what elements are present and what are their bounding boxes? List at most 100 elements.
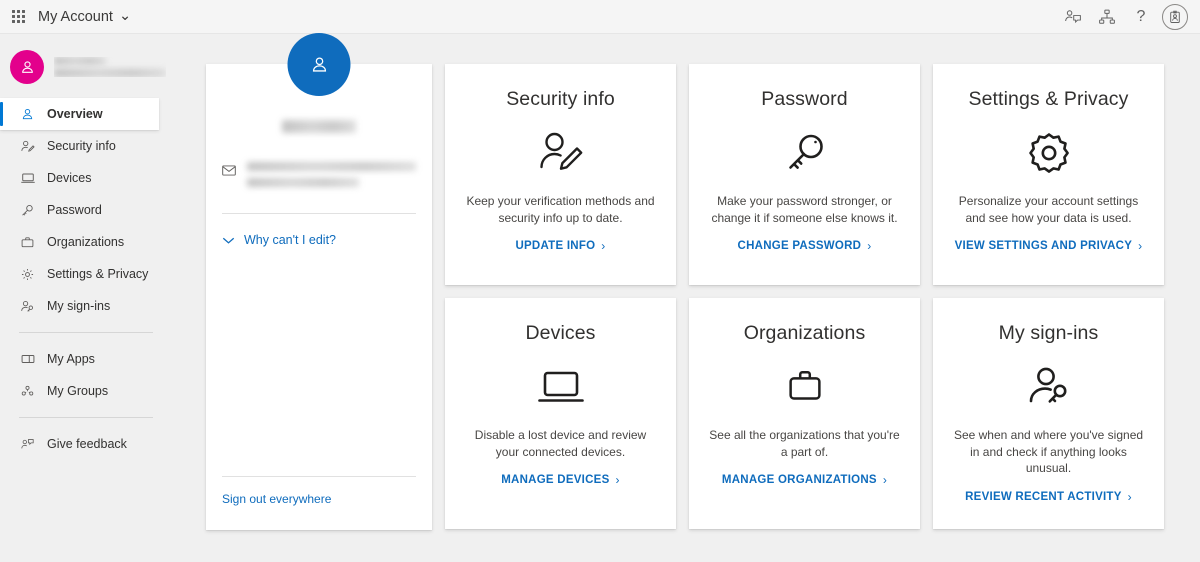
update-info-link[interactable]: UPDATE INFO › — [515, 239, 605, 253]
chevron-down-icon — [222, 237, 235, 244]
profile-name — [222, 120, 416, 133]
key-icon — [781, 128, 829, 178]
manage-devices-link[interactable]: MANAGE DEVICES › — [501, 473, 620, 487]
sidebar-item-my-sign-ins[interactable]: My sign-ins — [0, 290, 178, 322]
person-icon — [21, 60, 33, 73]
profile-email-redacted — [247, 161, 416, 187]
tile-link-label: UPDATE INFO — [515, 240, 596, 253]
laptop-icon — [19, 170, 36, 187]
sidebar-item-label: Settings & Privacy — [47, 267, 149, 281]
sidebar-item-give-feedback[interactable]: Give feedback — [0, 428, 178, 460]
tile-description: See all the organizations that you're a … — [709, 428, 900, 459]
sidebar-item-label: Overview — [47, 107, 103, 121]
sidebar-user-email-redacted — [54, 69, 166, 77]
why-cant-i-edit-toggle[interactable]: Why can't I edit? — [222, 233, 416, 247]
app-launcher-button[interactable] — [0, 0, 36, 34]
tile-description: Make your password stronger, or change i… — [711, 194, 898, 225]
tile-title: Password — [761, 88, 848, 110]
sidebar: Overview Security info Devices Password … — [0, 34, 178, 562]
sidebar-profile[interactable] — [0, 44, 178, 96]
overview-tiles: Security info Keep your verification met… — [445, 64, 1164, 529]
tile-link-label: REVIEW RECENT ACTIVITY — [965, 490, 1122, 503]
tile-description: Keep your verification methods and secur… — [466, 194, 655, 225]
brand-title: My Account — [38, 8, 113, 25]
sidebar-divider — [19, 417, 153, 418]
review-recent-activity-link[interactable]: REVIEW RECENT ACTIVITY › — [965, 490, 1132, 504]
person-icon — [312, 56, 326, 72]
top-bar-actions: ? — [1056, 0, 1192, 34]
org-chart-button[interactable] — [1090, 0, 1124, 34]
chevron-right-icon: › — [601, 239, 606, 254]
apps-icon — [19, 351, 36, 368]
view-settings-privacy-link[interactable]: VIEW SETTINGS AND PRIVACY › — [955, 239, 1143, 253]
sidebar-item-settings-privacy[interactable]: Settings & Privacy — [0, 258, 178, 290]
person-icon — [19, 106, 36, 123]
tile-title: Settings & Privacy — [968, 88, 1129, 110]
groups-icon — [19, 383, 36, 400]
mail-icon — [222, 163, 236, 181]
page-shell: Overview Security info Devices Password … — [0, 33, 1200, 562]
key-icon — [19, 202, 36, 219]
id-badge-icon — [1162, 4, 1188, 30]
tile-organizations[interactable]: Organizations See all the organizations … — [689, 298, 920, 529]
chevron-right-icon: › — [882, 473, 888, 488]
gear-icon — [1025, 128, 1073, 178]
sidebar-item-label: Give feedback — [47, 437, 127, 451]
tile-my-sign-ins[interactable]: My sign-ins See when and where you've si… — [933, 298, 1164, 529]
help-icon: ? — [1136, 8, 1146, 25]
tile-devices[interactable]: Devices Disable a lost device and review… — [445, 298, 676, 529]
sidebar-item-label: Devices — [47, 171, 92, 185]
tile-link-label: CHANGE PASSWORD — [737, 240, 862, 253]
tile-security-info[interactable]: Security info Keep your verification met… — [445, 64, 676, 285]
tile-link-label: MANAGE ORGANIZATIONS — [721, 474, 877, 487]
chevron-right-icon: › — [867, 239, 872, 254]
tile-title: My sign-ins — [998, 322, 1099, 344]
profile-divider — [222, 213, 416, 214]
sidebar-item-security-info[interactable]: Security info — [0, 130, 178, 162]
person-key-icon — [1025, 362, 1073, 412]
sidebar-item-label: Organizations — [47, 235, 125, 249]
help-button[interactable]: ? — [1124, 0, 1158, 34]
sidebar-item-devices[interactable]: Devices — [0, 162, 178, 194]
top-app-bar: My Account ⌄ ? — [0, 0, 1200, 34]
sign-out-everywhere-link[interactable]: Sign out everywhere — [222, 492, 331, 506]
laptop-icon — [536, 362, 586, 412]
profile-avatar[interactable] — [287, 33, 351, 96]
why-cant-i-edit-label: Why can't I edit? — [244, 233, 337, 247]
sidebar-item-overview[interactable]: Overview — [0, 98, 159, 130]
profile-card: Why can't I edit? Sign out everywhere — [206, 33, 432, 530]
briefcase-icon — [782, 362, 828, 412]
tile-description: Personalize your account settings and se… — [958, 194, 1139, 225]
profile-email-row — [222, 161, 416, 187]
feedback-icon — [19, 436, 36, 453]
sidebar-item-label: Security info — [47, 139, 116, 153]
chevron-right-icon: › — [615, 473, 620, 488]
tile-title: Security info — [506, 88, 615, 110]
sidebar-nav: Overview Security info Devices Password … — [0, 98, 178, 460]
tile-link-label: VIEW SETTINGS AND PRIVACY — [954, 240, 1133, 253]
person-edit-icon — [19, 138, 36, 155]
sidebar-item-my-groups[interactable]: My Groups — [0, 375, 178, 407]
manage-organizations-link[interactable]: MANAGE ORGANIZATIONS › — [722, 473, 887, 487]
sidebar-item-password[interactable]: Password — [0, 194, 178, 226]
sidebar-profile-text — [54, 57, 166, 77]
sidebar-item-my-apps[interactable]: My Apps — [0, 343, 178, 375]
briefcase-icon — [19, 234, 36, 251]
feedback-button[interactable] — [1056, 0, 1090, 34]
sidebar-item-label: My Apps — [47, 352, 95, 366]
brand-menu[interactable]: My Account ⌄ — [36, 7, 132, 25]
person-key-icon — [19, 298, 36, 315]
chevron-down-icon: ⌄ — [118, 7, 132, 24]
sidebar-item-organizations[interactable]: Organizations — [0, 226, 178, 258]
sidebar-item-label: Password — [47, 203, 102, 217]
profile-name-redacted — [282, 120, 356, 133]
change-password-link[interactable]: CHANGE PASSWORD › — [738, 239, 872, 253]
account-badge-button[interactable] — [1158, 0, 1192, 34]
tile-link-label: MANAGE DEVICES — [501, 474, 610, 487]
profile-footer-divider — [222, 476, 416, 477]
sidebar-item-label: My Groups — [47, 384, 109, 398]
tile-password[interactable]: Password Make your password stronger, or… — [689, 64, 920, 285]
person-edit-icon — [537, 128, 585, 178]
tile-settings-privacy[interactable]: Settings & Privacy Personalize your acco… — [933, 64, 1164, 285]
sidebar-divider — [19, 332, 153, 333]
